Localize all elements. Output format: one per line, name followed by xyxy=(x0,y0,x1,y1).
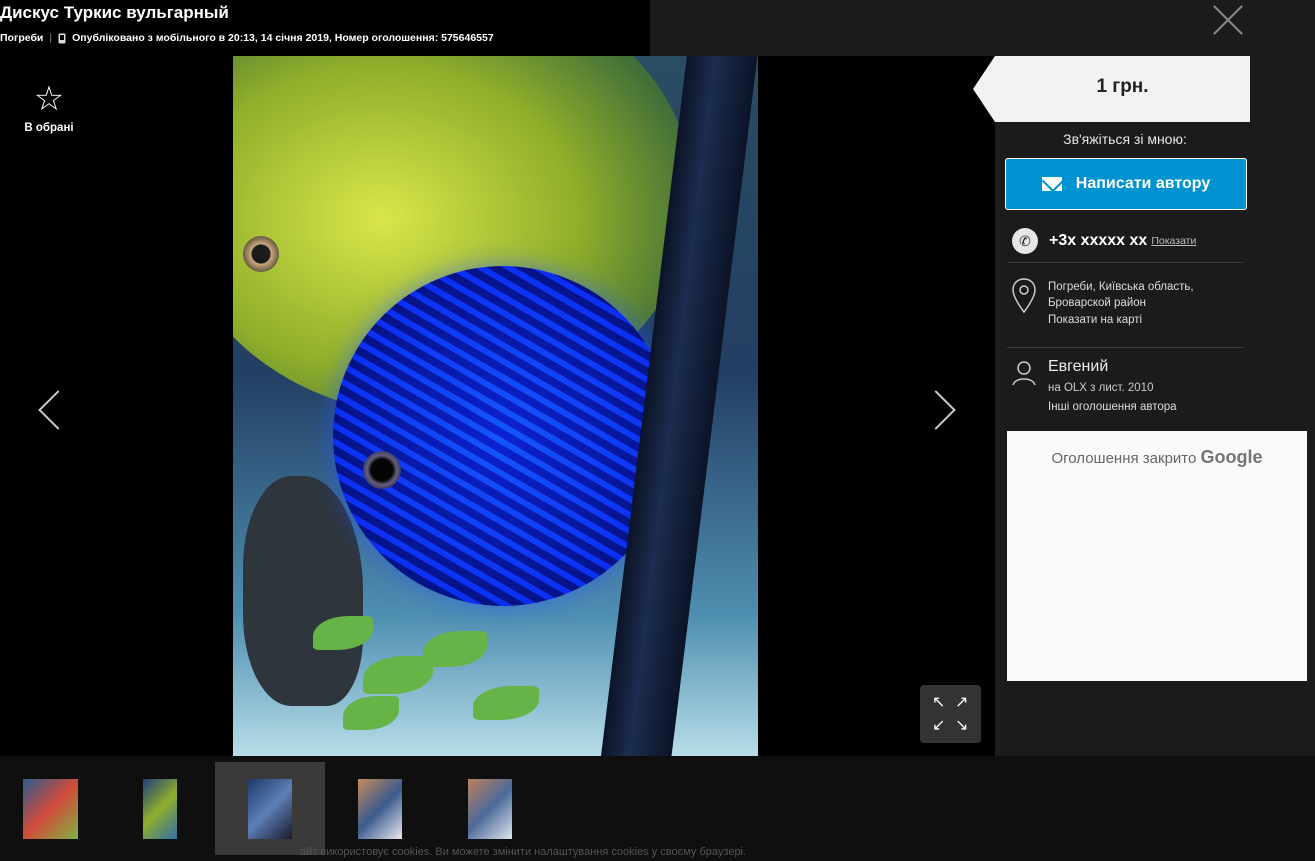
ad-meta: Погреби | Опубліковано з мобільного в 20… xyxy=(0,32,494,44)
photo-rock xyxy=(243,476,363,706)
phone-icon: ✆ xyxy=(1012,228,1038,254)
ad-closed-label: Оголошення закрито xyxy=(1051,450,1197,467)
fullscreen-button[interactable]: ↖ ↗ ↙ ↘ xyxy=(920,685,981,743)
envelope-icon xyxy=(1041,177,1062,191)
user-icon xyxy=(1012,361,1036,386)
message-author-label: Написати автору xyxy=(1075,175,1211,192)
location-line-2: Броварской район xyxy=(1048,297,1146,309)
close-button[interactable] xyxy=(1210,2,1246,38)
page-title: Дискус Туркис вульгарный xyxy=(0,3,229,22)
photo-fish-eye xyxy=(243,236,279,272)
photo-fish-blue xyxy=(333,266,673,606)
thumbnail-image xyxy=(23,779,78,839)
divider xyxy=(1007,347,1243,348)
favorite-button[interactable]: ☆ В обрані xyxy=(20,82,78,134)
show-phone-link[interactable]: Показати xyxy=(1151,235,1196,247)
ad-closed-message: Оголошення закрито Google xyxy=(1007,447,1307,468)
user-name: Евгений xyxy=(1048,358,1109,375)
phone-number: +3x xxxxx xx xyxy=(1049,232,1148,249)
expand-icon: ↙ xyxy=(932,717,946,734)
main-photo xyxy=(233,56,758,756)
photo-plant xyxy=(423,631,487,667)
favorite-label: В обрані xyxy=(24,122,74,134)
thumbnail-4[interactable] xyxy=(325,762,435,855)
meta-published: Опубліковано з мобільного в 20:13, 14 сі… xyxy=(72,32,494,44)
meta-separator: | xyxy=(49,32,53,44)
thumbnail-image xyxy=(248,779,292,839)
user-since: на OLX з лист. 2010 xyxy=(1048,382,1154,394)
thumbnail-3[interactable] xyxy=(215,762,325,855)
google-logo: Google xyxy=(1200,447,1263,467)
location-line-1: Погреби, Київська область, xyxy=(1048,281,1194,293)
next-photo-button[interactable] xyxy=(930,386,956,430)
thumbnail-image xyxy=(468,779,512,839)
mobile-icon xyxy=(58,33,66,43)
expand-icon: ↘ xyxy=(955,717,969,734)
thumbnail-image xyxy=(143,779,177,839)
photo-fish-eye xyxy=(363,451,401,489)
thumbnail-1[interactable] xyxy=(0,762,110,855)
photo-viewer: ☆ В обрані ↖ ↗ ↙ ↘ xyxy=(0,56,995,756)
contact-label: Зв'яжіться зі мною: xyxy=(1063,131,1187,147)
price-tag: 1 грн. xyxy=(973,56,1250,122)
thumbnail-image xyxy=(358,779,402,839)
expand-icon: ↖ xyxy=(932,694,946,711)
header-bar: Дискус Туркис вульгарный Погреби | Опубл… xyxy=(0,0,650,56)
phone-row: ✆ +3x xxxxx xx Показати xyxy=(1012,226,1242,256)
previous-photo-button[interactable] xyxy=(34,386,60,430)
show-on-map-link[interactable]: Показати на карті xyxy=(1048,314,1142,326)
message-author-button[interactable]: Написати автору xyxy=(1005,158,1247,210)
thumbnail-2[interactable] xyxy=(105,762,215,855)
divider xyxy=(1007,262,1243,263)
meta-location[interactable]: Погреби xyxy=(0,32,43,44)
price: 1 грн. xyxy=(1096,76,1149,97)
location-text: Погреби, Київська область, Броварской ра… xyxy=(1048,279,1194,311)
ad-slot: Оголошення закрито Google xyxy=(1007,431,1307,681)
expand-icon: ↗ xyxy=(955,694,969,711)
photo-plant xyxy=(473,686,539,720)
cookie-notice: айт використовує cookies. Ви можете змін… xyxy=(300,846,747,858)
star-icon: ☆ xyxy=(33,80,65,118)
thumbnail-5[interactable] xyxy=(435,762,545,855)
location-pin-icon xyxy=(1012,278,1036,314)
other-ads-link[interactable]: Інші оголошення автора xyxy=(1048,401,1177,413)
photo-plant xyxy=(343,696,399,730)
